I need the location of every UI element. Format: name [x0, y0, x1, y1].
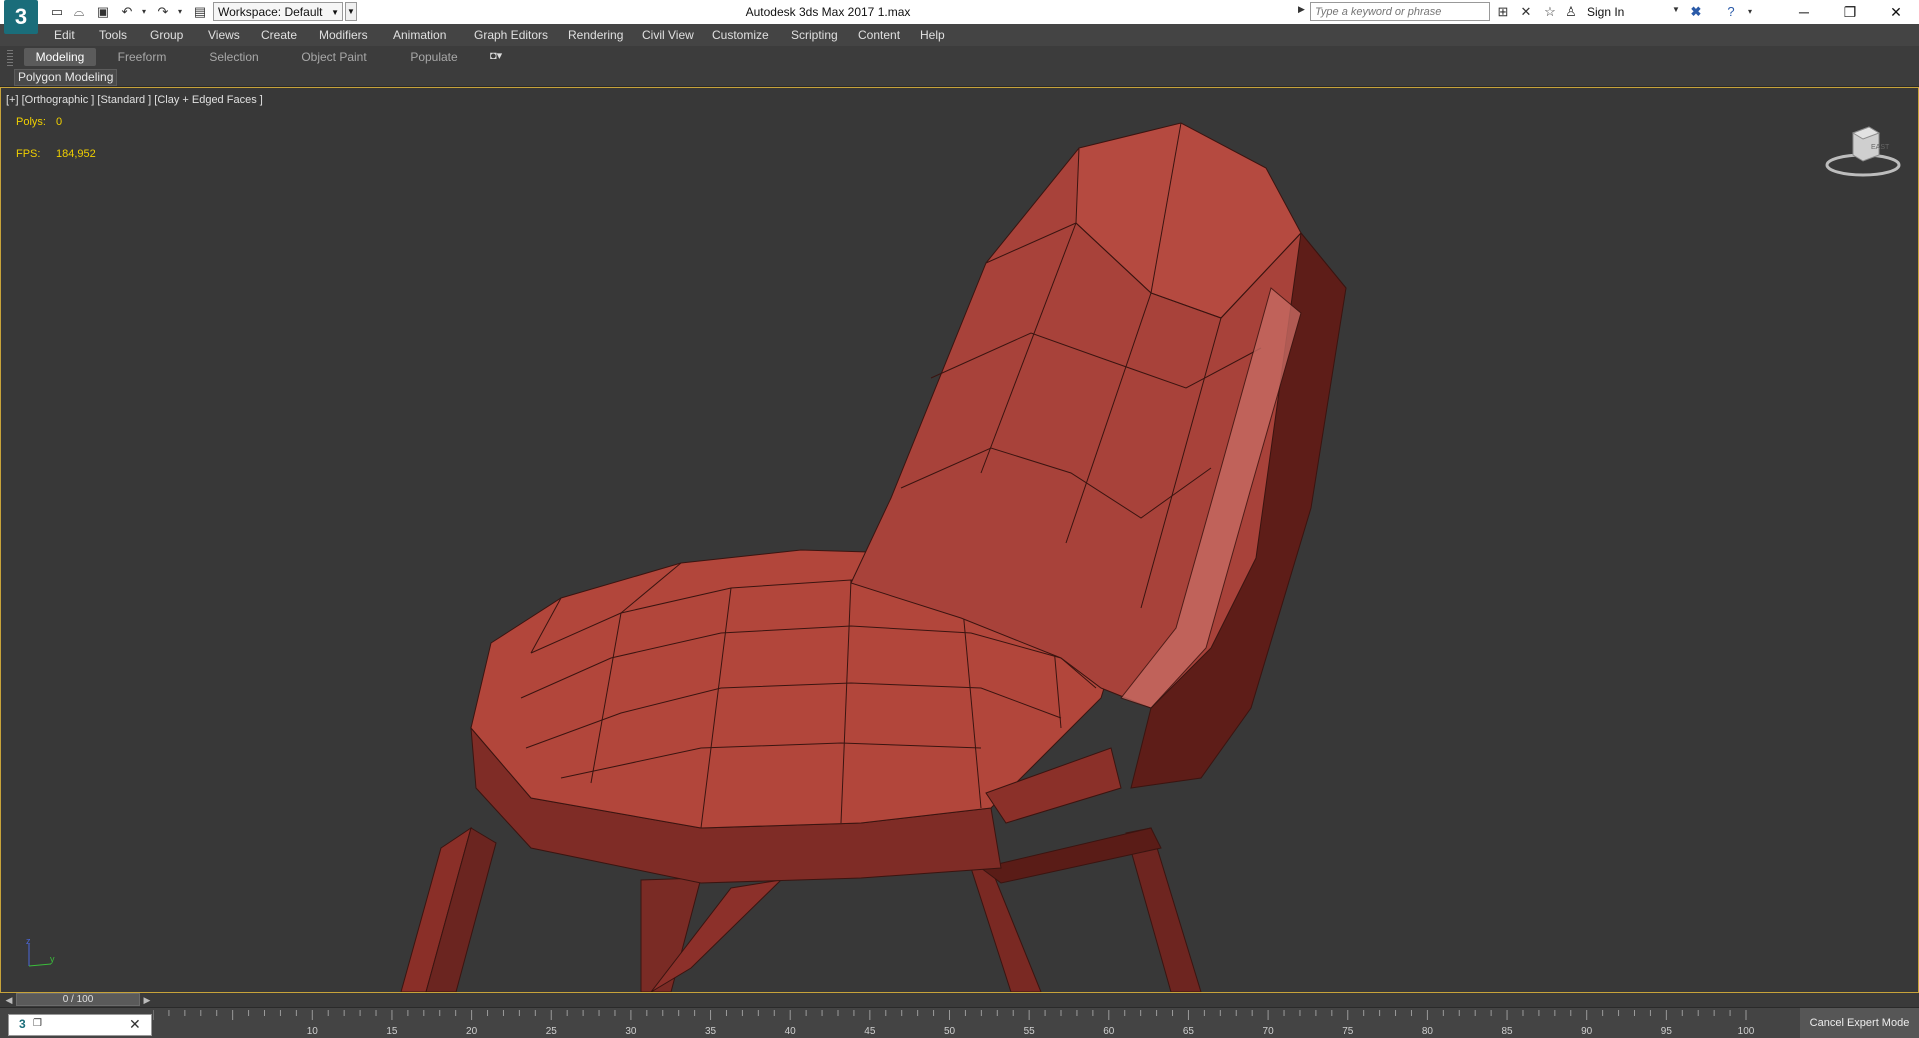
time-slider-next-icon[interactable]: ▶ — [141, 993, 153, 1007]
menu-scripting[interactable]: Scripting — [791, 24, 838, 46]
menu-civil-view[interactable]: Civil View — [642, 24, 694, 46]
menu-graph-editors[interactable]: Graph Editors — [474, 24, 548, 46]
app-logo-label: 3 — [14, 4, 28, 29]
ruler-label: 10 — [307, 1026, 319, 1037]
stat-fps: FPS: 184,952 — [16, 148, 96, 160]
ruler-label: 15 — [386, 1026, 398, 1037]
stat-fps-label: FPS: — [16, 148, 41, 160]
ruler-label: 20 — [466, 1026, 478, 1037]
ruler-label: 55 — [1024, 1026, 1036, 1037]
window-icon[interactable]: ❐ — [33, 1018, 42, 1029]
track-ruler[interactable]: 10 15 20 25 30 35 40 45 50 55 60 65 70 75 80 85 90 95 100 — [153, 1010, 1793, 1038]
menu-views[interactable]: Views — [208, 24, 240, 46]
stat-polys: Polys: 0 — [16, 116, 62, 128]
ruler-label: 60 — [1103, 1026, 1115, 1037]
menu-customize[interactable]: Customize — [712, 24, 769, 46]
panel-polygon-modeling[interactable]: Polygon Modeling — [14, 69, 118, 86]
ruler-label: 80 — [1422, 1026, 1434, 1037]
ruler-label: 100 — [1738, 1026, 1755, 1037]
ruler-label: 40 — [785, 1026, 797, 1037]
cancel-expert-mode-button[interactable]: Cancel Expert Mode — [1800, 1008, 1919, 1038]
search-expand-icon[interactable]: ▶ — [1298, 4, 1305, 15]
sign-in-button[interactable]: Sign In — [1587, 0, 1624, 24]
ruler-label: 65 — [1183, 1026, 1195, 1037]
viewport-perspective[interactable]: [+] [Orthographic ] [Standard ] [Clay + … — [0, 87, 1919, 993]
menu-group[interactable]: Group — [150, 24, 183, 46]
maxscript-mini-listener[interactable]: 3 ❐ ✕ — [8, 1014, 152, 1036]
crossed-tools-icon[interactable]: ✕ — [1517, 3, 1535, 21]
tab-selection[interactable]: Selection — [200, 48, 268, 66]
help-icon[interactable]: ? — [1722, 3, 1740, 21]
close-button[interactable]: ✕ — [1873, 0, 1919, 24]
ruler-label: 85 — [1501, 1026, 1513, 1037]
menu-help[interactable]: Help — [920, 24, 945, 46]
time-slider-prev-icon[interactable]: ◀ — [3, 993, 15, 1007]
tab-populate[interactable]: Populate — [400, 48, 468, 66]
axis-y-label: y — [50, 954, 55, 964]
ribbon-panel: Polygon Modeling — [0, 68, 1919, 87]
restore-button[interactable]: ❐ — [1827, 0, 1873, 24]
menu-edit[interactable]: Edit — [54, 24, 75, 46]
stat-fps-value: 184,952 — [56, 148, 96, 160]
ruler-label: 95 — [1661, 1026, 1673, 1037]
viewport-label-menu[interactable]: [+] [Orthographic ] [Standard ] [Clay + … — [6, 94, 263, 106]
ruler-label: 45 — [864, 1026, 876, 1037]
menu-tools[interactable]: Tools — [99, 24, 127, 46]
ruler-label: 30 — [625, 1026, 637, 1037]
ruler-label: 50 — [944, 1026, 956, 1037]
binoculars-icon[interactable]: ⊞ — [1494, 3, 1512, 21]
stat-polys-label: Polys: — [16, 116, 46, 128]
viewcube-face-label: EAST — [1871, 144, 1890, 151]
tab-freeform[interactable]: Freeform — [108, 48, 176, 66]
user-icon[interactable]: ♙ — [1562, 3, 1580, 21]
title-bar: 3 ▭ ⌓ ▣ ↶ ▾ ↷ ▾ ▤ Workspace: Default ▼ ▼… — [0, 0, 1919, 34]
exchange-icon[interactable]: ✖ — [1687, 3, 1705, 21]
ruler-label: 70 — [1263, 1026, 1275, 1037]
tab-object-paint[interactable]: Object Paint — [296, 48, 372, 66]
ruler-label: 75 — [1342, 1026, 1354, 1037]
menu-bar: Edit Tools Group Views Create Modifiers … — [0, 24, 1919, 46]
ribbon-display-toggle-icon[interactable]: ◘▾ — [490, 49, 502, 62]
ruler-label: 35 — [705, 1026, 717, 1037]
menu-rendering[interactable]: Rendering — [568, 24, 623, 46]
help-dropdown-icon[interactable]: ▾ — [1741, 3, 1759, 21]
axis-z-label: z — [26, 936, 31, 946]
time-slider[interactable]: ◀ 0 / 100 ▶ — [0, 993, 1919, 1008]
ruler-ticks: 10 15 20 25 30 35 40 45 50 55 60 65 70 75 80 85 90 95 100 — [153, 1010, 1755, 1037]
close-icon[interactable]: ✕ — [129, 1016, 141, 1033]
search-input[interactable] — [1310, 2, 1490, 21]
viewcube[interactable]: EAST — [1823, 121, 1903, 181]
time-slider-thumb[interactable]: 0 / 100 — [16, 993, 140, 1006]
tab-modeling[interactable]: Modeling — [24, 48, 96, 66]
axis-tripod: z y — [26, 936, 55, 967]
menu-animation[interactable]: Animation — [393, 24, 446, 46]
star-icon[interactable]: ☆ — [1541, 3, 1559, 21]
ribbon-tab-bar: Modeling Freeform Selection Object Paint… — [0, 46, 1919, 69]
stat-polys-value: 0 — [56, 116, 63, 128]
max-logo-icon: 3 — [19, 1017, 26, 1031]
ruler-label: 25 — [546, 1026, 558, 1037]
menu-content[interactable]: Content — [858, 24, 900, 46]
ruler-label: 90 — [1581, 1026, 1593, 1037]
menu-modifiers[interactable]: Modifiers — [319, 24, 368, 46]
menu-create[interactable]: Create — [261, 24, 297, 46]
app-logo-button[interactable]: 3 — [4, 0, 38, 34]
chevron-down-icon[interactable]: ▼ — [1672, 5, 1680, 14]
chair-model[interactable] — [1, 88, 1918, 992]
minimize-button[interactable]: ─ — [1781, 0, 1827, 24]
